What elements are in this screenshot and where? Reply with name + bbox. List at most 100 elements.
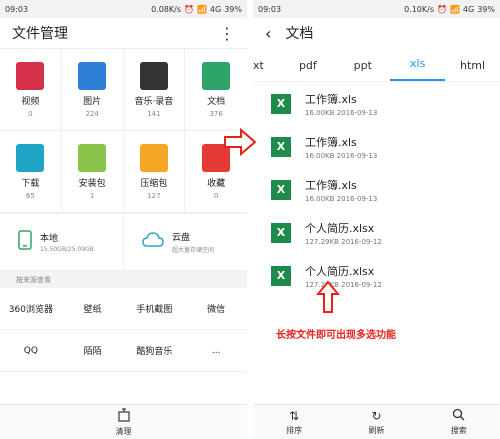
tab-pdf[interactable]: pdf	[280, 59, 335, 81]
cloud-icon	[142, 232, 164, 252]
status-bar: 09:03 0.10K/s ⏰ 📶 4G 39%	[253, 0, 500, 18]
excel-file-icon: X	[271, 136, 291, 157]
source-item[interactable]: QQ	[0, 330, 62, 372]
category-icon	[78, 61, 107, 90]
bottom-bar: 清理	[0, 404, 247, 439]
file-row[interactable]: X 工作簿.xls 16.00KB 2016-09-13	[253, 168, 500, 211]
network-speed: 0.10K/s	[404, 4, 434, 14]
tab-ppt[interactable]: ppt	[335, 59, 390, 81]
category-icon	[16, 143, 45, 172]
source-item[interactable]: 360浏览器	[0, 288, 62, 330]
source-grid: 360浏览器 壁纸 手机截图 微信 QQ 陌陌 酷狗音乐...	[0, 288, 247, 372]
header: ‹ 文档	[253, 18, 500, 48]
back-arrow-icon[interactable]: ‹	[265, 24, 271, 43]
cloud-storage-label: 云盘	[172, 233, 191, 243]
refresh-button[interactable]: ↻ 刷新	[368, 409, 384, 436]
file-meta: 16.00KB 2016-09-13	[305, 151, 378, 160]
source-section-title: 按来源查看	[0, 271, 247, 288]
excel-file-icon: X	[271, 179, 291, 200]
file-name: 个人简历.xlsx	[305, 221, 375, 235]
tab-html[interactable]: html	[445, 59, 500, 81]
file-manager-screen: 09:03 0.08K/s ⏰ 📶 4G 39% 文件管理 ⋮ 视频 0 图片 224…	[0, 0, 247, 439]
sort-button[interactable]: ⇅ 排序	[286, 409, 302, 436]
wifi-icon: 📶	[449, 4, 460, 14]
clean-button[interactable]: 清理	[115, 407, 132, 437]
category-count: 1	[89, 191, 95, 200]
annotation-arrow-up	[315, 280, 341, 318]
sort-icon: ⇅	[289, 408, 300, 423]
source-item[interactable]: 壁纸	[61, 288, 124, 330]
source-item[interactable]: ...	[185, 330, 247, 372]
status-time: 09:03	[258, 4, 282, 14]
clean-label: 清理	[115, 426, 132, 436]
annotation-arrow-right	[223, 127, 257, 160]
tab-xls[interactable]: xls	[390, 57, 446, 81]
refresh-icon: ↻	[371, 408, 382, 423]
category-icon	[16, 61, 45, 90]
battery-level: 39%	[224, 4, 242, 14]
category-grid: 视频 0 图片 224 音乐·录音 141 文档 376 下载 65 安装包 1 压缩包 127 收藏 0	[0, 48, 247, 213]
source-item[interactable]: 手机截图	[123, 288, 186, 330]
network-type: 4G	[462, 4, 475, 14]
network-speed: 0.08K/s	[151, 4, 181, 14]
alarm-icon: ⏰	[436, 4, 447, 14]
file-name: 个人简历.xlsx	[305, 264, 375, 278]
category-label: 文档	[207, 96, 226, 107]
local-storage[interactable]: 本地 15.50GB/25.09GB	[0, 214, 124, 270]
file-row[interactable]: X 个人简历.xlsx 127.29KB 2016-09-12	[253, 211, 500, 254]
category-icon	[139, 61, 168, 90]
alarm-icon: ⏰	[183, 4, 194, 14]
category-label: 下载	[21, 178, 40, 189]
status-bar: 09:03 0.08K/s ⏰ 📶 4G 39%	[0, 0, 247, 18]
category-label: 图片	[83, 96, 102, 107]
documents-screen: 09:03 0.10K/s ⏰ 📶 4G 39% ‹ 文档 xt pdf ppt xl…	[253, 0, 500, 439]
category-count: 0	[213, 191, 219, 200]
tab-xt[interactable]: xt	[253, 59, 280, 81]
file-meta: 127.29KB 2016-09-12	[305, 237, 382, 246]
header: 文件管理 ⋮	[0, 18, 247, 48]
storage-row: 本地 15.50GB/25.09GB 云盘超大量存储空间	[0, 213, 247, 271]
more-menu-icon[interactable]: ⋮	[219, 24, 235, 43]
category-6[interactable]: 压缩包 127	[123, 131, 186, 213]
search-icon	[452, 408, 465, 423]
status-time: 09:03	[5, 4, 29, 14]
category-count: 376	[209, 109, 223, 118]
source-item[interactable]: 微信	[185, 288, 247, 330]
source-item[interactable]: 酷狗音乐	[123, 330, 186, 372]
sort-label: 排序	[286, 425, 303, 435]
file-name: 工作簿.xls	[305, 92, 357, 106]
cloud-storage-desc: 超大量存储空间	[172, 247, 215, 254]
category-4[interactable]: 下载 65	[0, 131, 62, 213]
category-1[interactable]: 图片 224	[61, 49, 124, 131]
category-label: 压缩包	[140, 178, 168, 189]
category-icon	[139, 143, 168, 172]
doc-type-tabs: xt pdf ppt xls html	[253, 48, 500, 82]
category-3[interactable]: 文档 376	[185, 49, 247, 131]
category-0[interactable]: 视频 0	[0, 49, 62, 131]
local-storage-label: 本地	[40, 234, 59, 244]
excel-file-icon: X	[271, 222, 291, 243]
bottom-bar: ⇅ 排序 ↻ 刷新 搜索	[253, 404, 500, 439]
file-row[interactable]: X 个人简历.xlsx 127.29KB 2016-09-12	[253, 254, 500, 297]
category-count: 0	[28, 109, 33, 118]
category-count: 224	[85, 109, 99, 118]
file-row[interactable]: X 工作簿.xls 16.00KB 2016-09-13	[253, 82, 500, 125]
annotation-note: 长按文件即可出现多选功能	[276, 330, 396, 341]
wifi-icon: 📶	[196, 4, 207, 14]
refresh-label: 刷新	[368, 425, 385, 435]
category-label: 音乐·录音	[134, 96, 174, 107]
cloud-storage[interactable]: 云盘 超大量存储空间	[124, 214, 247, 270]
category-count: 127	[147, 191, 161, 200]
category-5[interactable]: 安装包 1	[61, 131, 124, 213]
category-icon	[78, 143, 107, 172]
search-label: 搜索	[450, 426, 467, 435]
file-row[interactable]: X 工作簿.xls 16.00KB 2016-09-13	[253, 125, 500, 168]
excel-file-icon: X	[271, 265, 291, 286]
source-item[interactable]: 陌陌	[61, 330, 124, 372]
phone-icon	[18, 230, 32, 254]
category-label: 安装包	[78, 178, 106, 189]
file-name: 工作簿.xls	[305, 135, 357, 149]
search-button[interactable]: 搜索	[451, 408, 467, 436]
category-2[interactable]: 音乐·录音 141	[123, 49, 186, 131]
file-name: 工作簿.xls	[305, 178, 357, 192]
